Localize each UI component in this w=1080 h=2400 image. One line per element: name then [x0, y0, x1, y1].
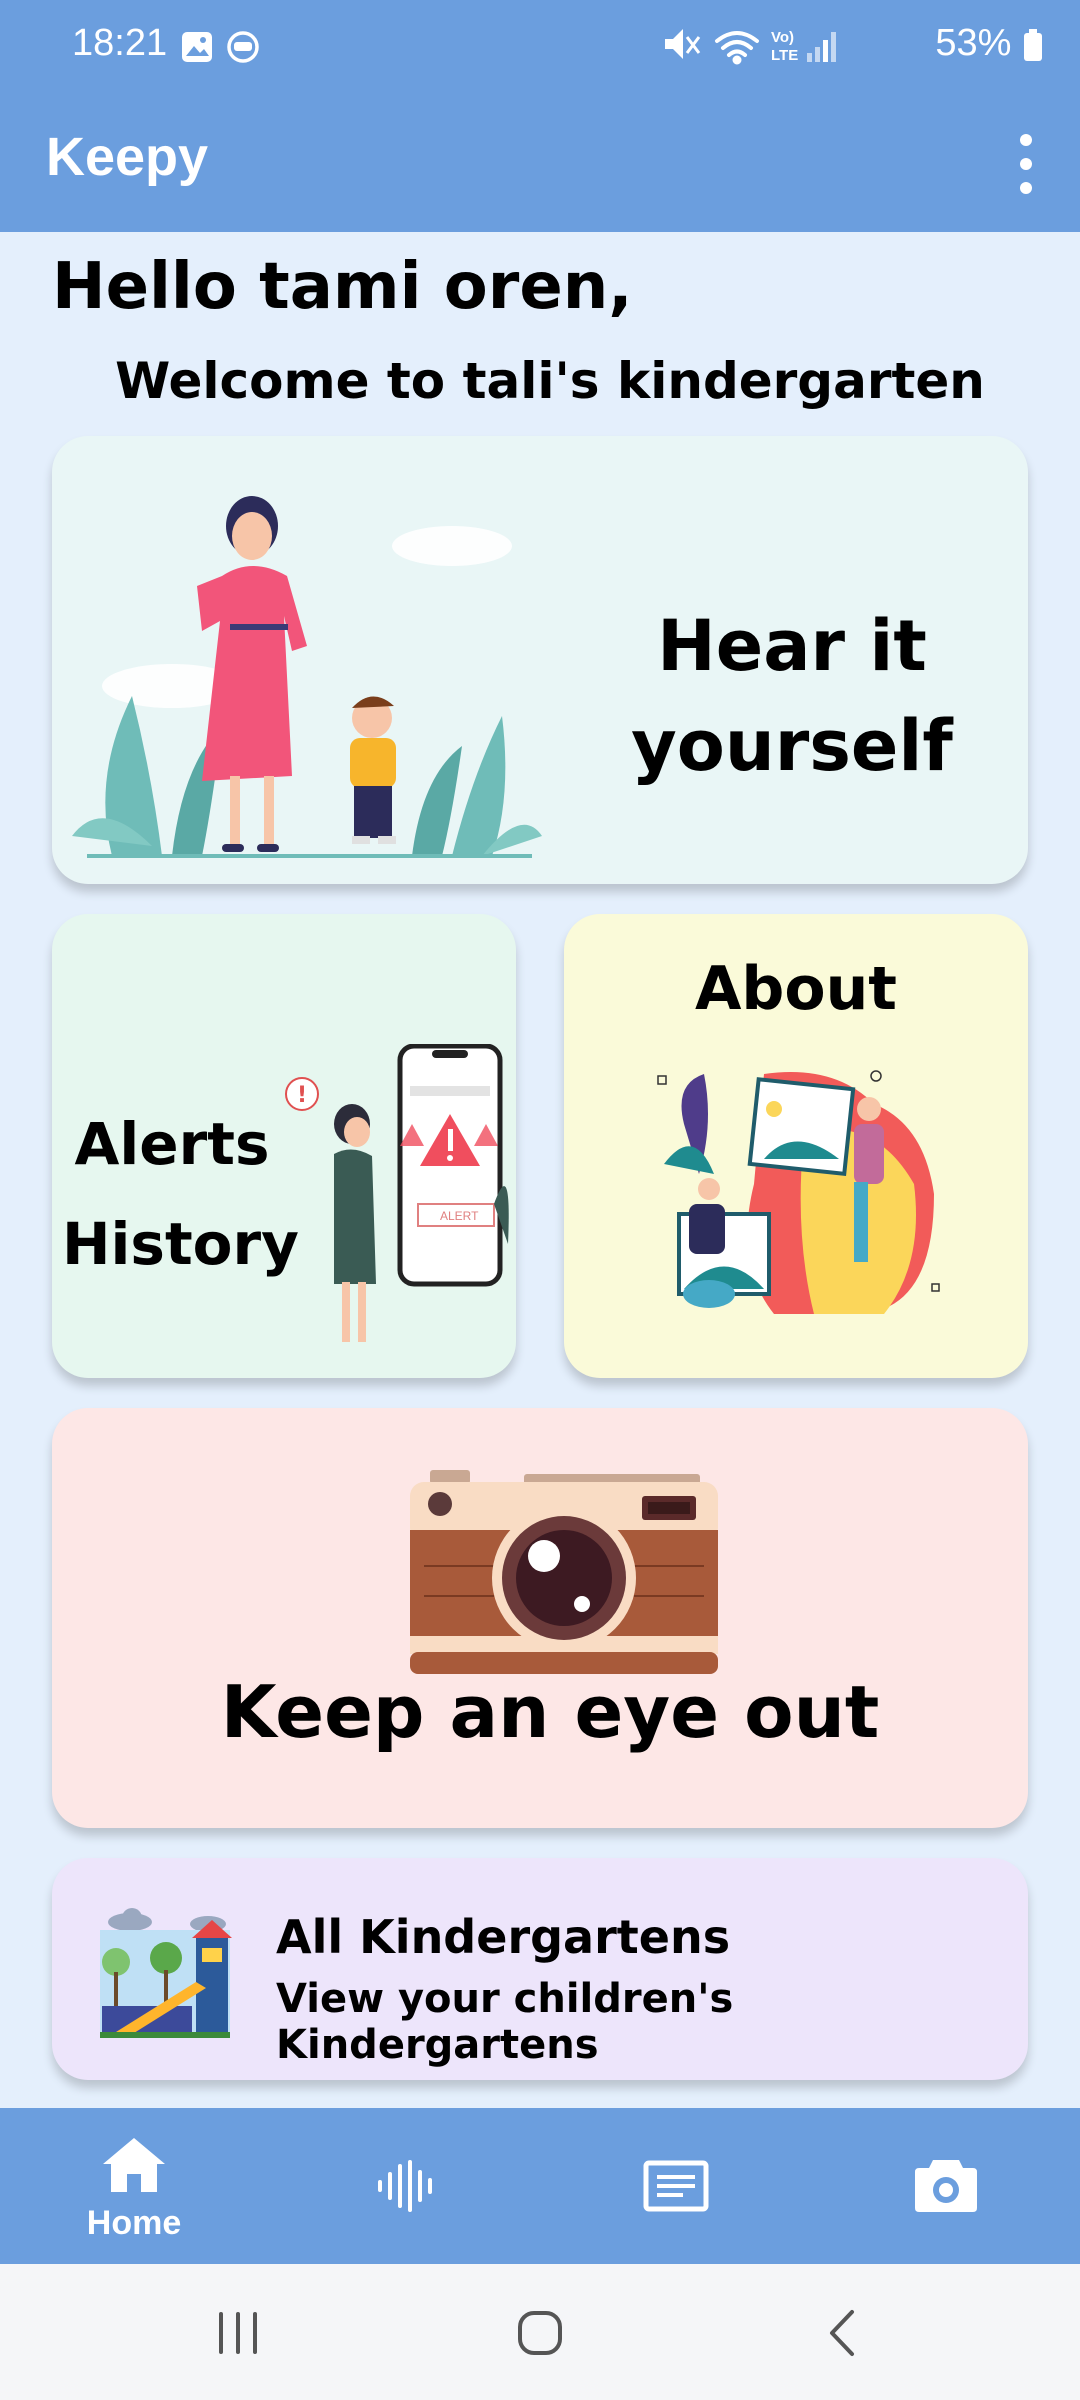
bottom-navigation: Home	[0, 2108, 1080, 2264]
hear-title-line2: yourself	[631, 705, 953, 787]
hear-it-yourself-card[interactable]: Hear it yourself	[52, 436, 1028, 884]
alert-button-label: ALERT	[440, 1209, 479, 1223]
status-bar: 18:21 Vo) LTE 53%	[0, 0, 1080, 96]
volte-icon: Vo) LTE	[771, 29, 798, 64]
status-left-icons	[182, 31, 259, 63]
about-title: About	[694, 954, 897, 1024]
about-illustration	[657, 1070, 940, 1314]
mute-icon	[665, 28, 701, 59]
app-title: Keepy	[46, 127, 209, 187]
keep-an-eye-out-card[interactable]: Keep an eye out	[52, 1408, 1028, 1828]
about-card[interactable]: About	[564, 914, 1028, 1378]
svg-text:!: !	[297, 1083, 307, 1108]
status-time: 18:21	[72, 22, 168, 64]
nav-home[interactable]: Home	[34, 2108, 234, 2264]
status-icons-right: Vo) LTE	[665, 28, 837, 65]
signal-icon	[807, 31, 837, 62]
app-face-icon	[227, 31, 259, 63]
keep-an-eye-out-title: Keep an eye out	[220, 1670, 880, 1754]
more-options-button[interactable]	[996, 126, 1056, 202]
alerts-history-card[interactable]: Alerts History ! ALERT	[52, 914, 516, 1378]
audio-waveform-icon	[378, 2160, 432, 2212]
battery-icon	[1024, 28, 1042, 61]
svg-text:Vo): Vo)	[771, 29, 794, 46]
hear-title-line1: Hear it	[657, 605, 927, 687]
alerts-title-line1: Alerts	[74, 1110, 270, 1178]
alerts-phone-illustration: ! ALERT	[285, 1044, 509, 1342]
battery-text: 53%	[935, 22, 1012, 64]
alerts-title-line2: History	[62, 1210, 299, 1278]
playground-icon	[100, 1908, 232, 2038]
nav-alerts-list[interactable]	[576, 2108, 776, 2264]
wifi-icon	[715, 30, 760, 65]
nav-listen[interactable]	[306, 2108, 506, 2264]
svg-text:LTE: LTE	[771, 47, 798, 64]
nav-camera[interactable]	[846, 2108, 1046, 2264]
mother-child-illustration	[72, 496, 542, 858]
recent-apps-icon[interactable]	[213, 2308, 263, 2358]
more-vert-icon	[1020, 134, 1032, 194]
alerts-history-title: Alerts History	[62, 1094, 299, 1294]
image-icon	[182, 32, 212, 62]
greeting-welcome: Welcome to tali's kindergarten	[115, 352, 985, 410]
back-icon[interactable]	[818, 2308, 868, 2358]
all-kindergartens-card[interactable]: All Kindergartens View your children's K…	[52, 1858, 1028, 2080]
camera-icon	[915, 2160, 977, 2212]
status-right: Vo) LTE 53%	[661, 22, 1044, 67]
all-kindergartens-subtitle: View your children's Kindergartens	[276, 1976, 734, 2068]
nav-home-label: Home	[86, 2204, 182, 2242]
system-navigation-bar	[0, 2264, 1080, 2400]
home-system-icon[interactable]	[515, 2308, 565, 2358]
hear-it-yourself-title: Hear it yourself	[572, 596, 1012, 796]
greeting-hello: Hello tami oren,	[52, 250, 633, 324]
app-bar: Keepy	[0, 96, 1080, 232]
camera-illustration	[410, 1470, 718, 1674]
all-kindergartens-title: All Kindergartens	[276, 1910, 731, 1964]
list-icon	[643, 2160, 709, 2212]
home-icon	[103, 2138, 165, 2192]
